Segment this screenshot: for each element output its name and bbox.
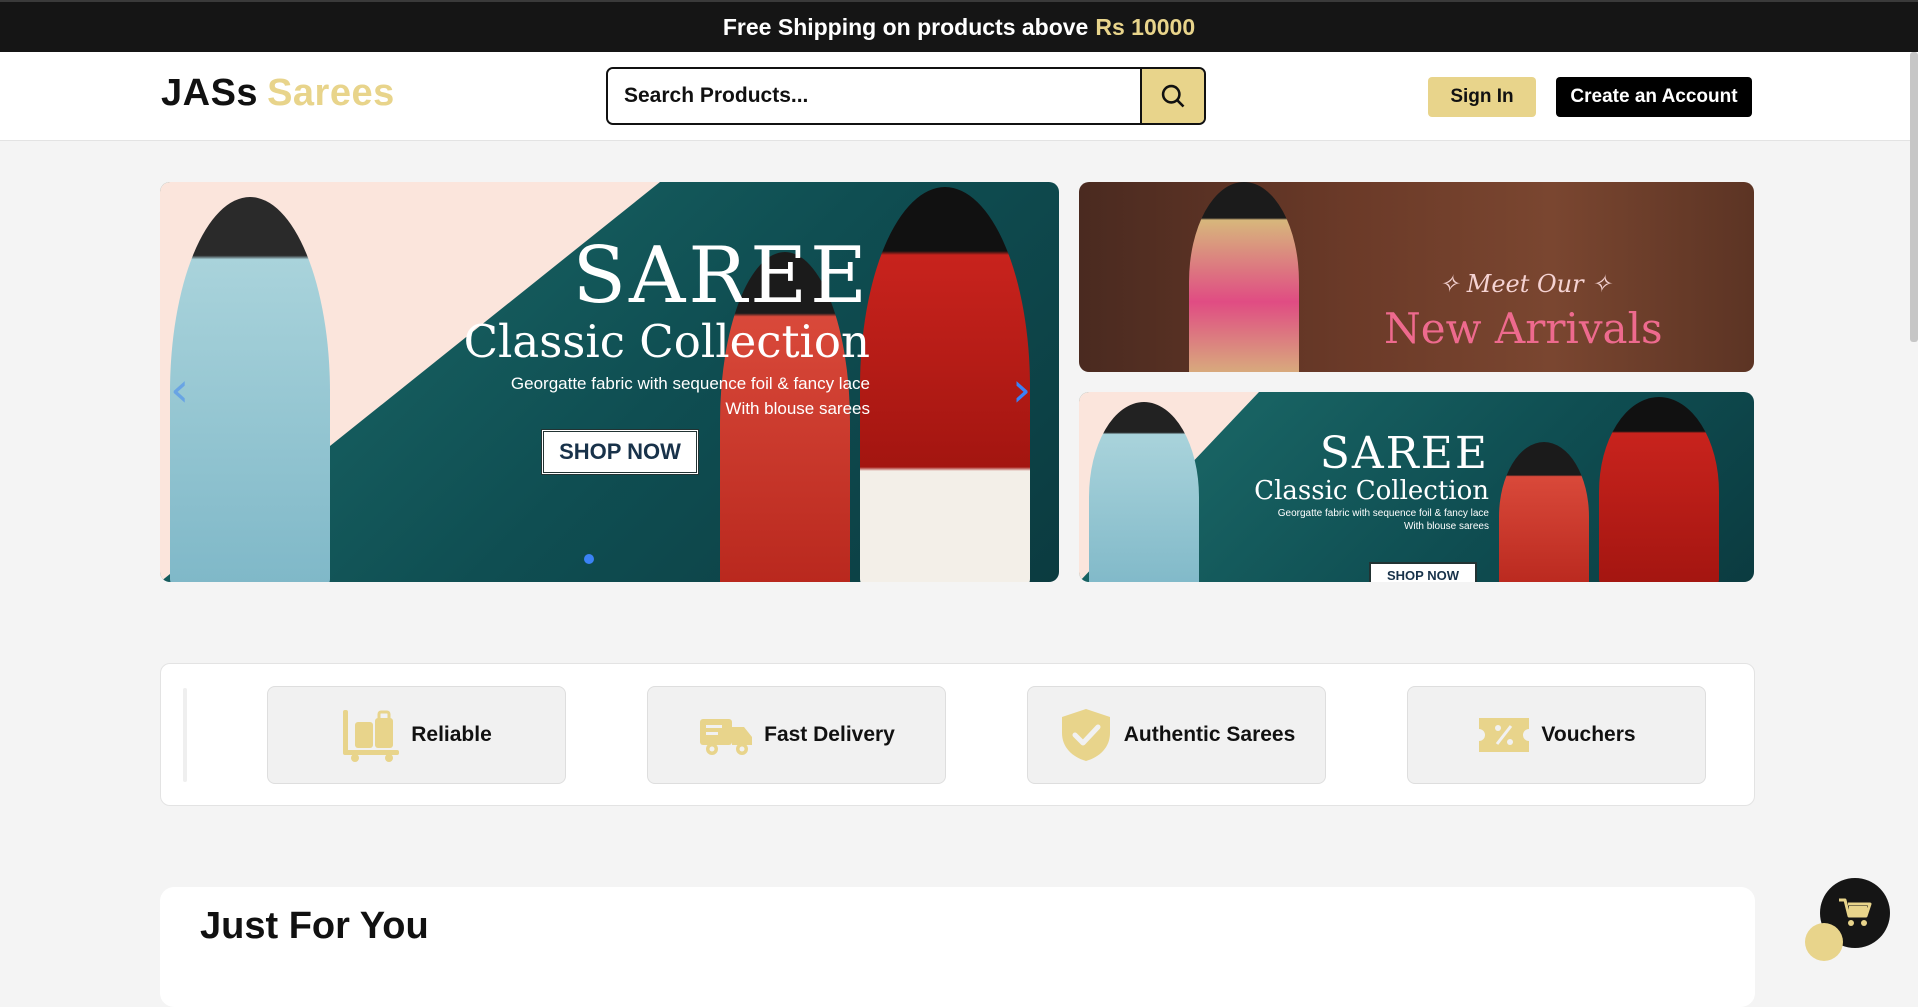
section-title: Just For You xyxy=(200,905,429,947)
feature-label: Authentic Sarees xyxy=(1123,723,1296,746)
banner-subtitle: Classic Collection xyxy=(463,315,870,368)
delivery-truck-icon xyxy=(700,719,753,755)
new-arrivals-title: New Arrivals xyxy=(1384,304,1663,353)
feature-label: Reliable xyxy=(411,723,492,746)
search-input[interactable] xyxy=(608,69,1140,123)
new-arrivals-banner[interactable]: ✧ Meet Our ✧ New Arrivals xyxy=(1079,182,1754,372)
model-image xyxy=(1499,442,1589,582)
banner-subtitle: Classic Collection xyxy=(1254,476,1489,506)
shopping-cart-icon xyxy=(1839,898,1872,926)
search-icon xyxy=(1161,84,1185,108)
slider-prev-arrow-icon[interactable]: ‹ xyxy=(170,362,189,418)
page-scrollbar[interactable] xyxy=(1910,52,1918,342)
slider-next-arrow-icon[interactable]: › xyxy=(1012,362,1031,418)
banner-desc-1: Georgatte fabric with sequence foil & fa… xyxy=(1277,508,1489,520)
create-account-button[interactable]: Create an Account xyxy=(1556,77,1752,117)
banner-title: SAREE xyxy=(1319,428,1489,479)
features-strip: Reliable Fast Delivery Authentic Sarees … xyxy=(160,663,1755,806)
feature-card-reliable[interactable]: Reliable xyxy=(267,686,566,784)
model-image xyxy=(170,197,330,582)
banner-title: SAREE xyxy=(572,231,870,321)
feature-label: Fast Delivery xyxy=(764,723,895,746)
banner-heading: SAREE Classic Collection Georgatte fabri… xyxy=(410,237,870,420)
slider-dot-active[interactable] xyxy=(584,554,594,564)
feature-card-vouchers[interactable]: Vouchers xyxy=(1407,686,1706,784)
model-image xyxy=(1599,397,1719,582)
feature-card-fast-delivery[interactable]: Fast Delivery xyxy=(647,686,946,784)
banner-desc-1: Georgatte fabric with sequence foil & fa… xyxy=(510,374,870,393)
classic-collection-banner[interactable]: SAREE Classic Collection Georgatte fabri… xyxy=(1079,392,1754,582)
eyebrow-text: Meet Our xyxy=(1466,270,1584,298)
shop-now-button[interactable]: SHOP NOW xyxy=(541,429,699,475)
carousel-edge xyxy=(183,688,187,782)
sign-in-button[interactable]: Sign In xyxy=(1428,77,1536,117)
slider-dots xyxy=(584,554,594,564)
luggage-trolley-icon xyxy=(343,710,400,762)
site-logo[interactable]: JASs Sarees xyxy=(161,72,395,115)
hero-slider[interactable]: SAREE Classic Collection Georgatte fabri… xyxy=(160,182,1059,582)
banner-desc-2: With blouse sarees xyxy=(1403,521,1489,533)
model-image xyxy=(860,187,1030,582)
cart-count-badge xyxy=(1805,923,1843,961)
announcement-bar: Free Shipping on products above Rs 10000 xyxy=(0,0,1918,52)
voucher-ticket-icon xyxy=(1479,718,1530,752)
just-for-you-section: Just For You xyxy=(160,887,1755,1007)
search-button[interactable] xyxy=(1140,69,1204,123)
shop-now-button[interactable]: SHOP NOW xyxy=(1369,562,1477,582)
logo-part-2: Sarees xyxy=(267,72,395,114)
banner-desc-2: With blouse sarees xyxy=(725,399,870,419)
feature-card-authentic-sarees[interactable]: Authentic Sarees xyxy=(1027,686,1326,784)
search-bar xyxy=(606,67,1206,125)
model-image xyxy=(1089,402,1199,582)
model-image xyxy=(1189,182,1299,372)
new-arrivals-eyebrow: ✧ Meet Our ✧ xyxy=(1439,270,1612,298)
announcement-text: Free Shipping on products above xyxy=(722,13,1089,40)
shield-check-icon xyxy=(1061,709,1110,761)
announcement-amount: Rs 10000 xyxy=(1095,13,1196,40)
site-header: JASsSarees Sign In Create an Account xyxy=(0,52,1918,141)
banner-heading: SAREE Classic Collection Georgatte fabri… xyxy=(1229,432,1489,533)
feature-label: Vouchers xyxy=(1541,723,1636,746)
logo-part-1: JASs xyxy=(161,72,259,114)
